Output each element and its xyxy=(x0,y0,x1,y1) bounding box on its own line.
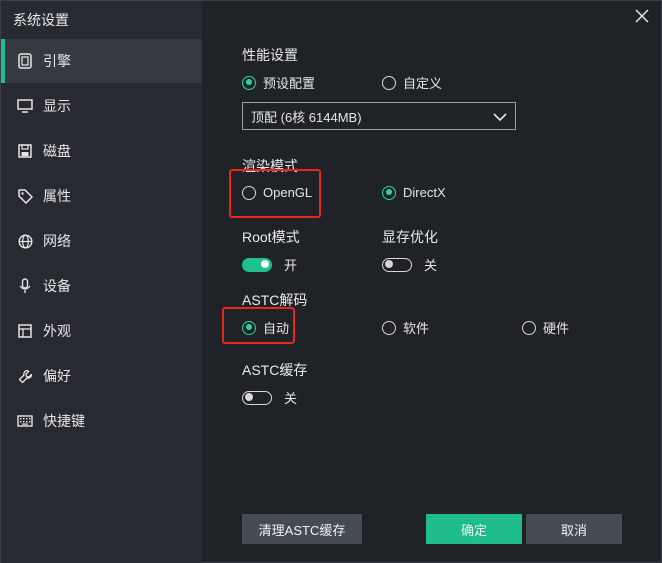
sidebar: 系统设置 引擎 显示 磁盘 属性 网络 设备 外观 偏好 快捷键 xyxy=(1,1,202,563)
sidebar-item-device[interactable]: 设备 xyxy=(1,264,202,308)
performance-title: 性能设置 xyxy=(242,47,298,63)
sidebar-item-label: 偏好 xyxy=(43,368,71,384)
astc-cache-title: ASTC缓存 xyxy=(242,362,308,378)
radio-astc-auto-label: 自动 xyxy=(263,321,290,336)
radio-opengl-label: OpenGL xyxy=(263,185,313,200)
sidebar-item-properties[interactable]: 属性 xyxy=(1,174,202,218)
keyboard-icon xyxy=(17,413,33,429)
radio-preset-label: 预设配置 xyxy=(263,76,316,91)
astc-cache-state: 关 xyxy=(284,391,298,406)
radio-preset[interactable]: 预设配置 xyxy=(242,73,315,92)
toggle-knob xyxy=(385,260,393,268)
sidebar-item-shortcuts[interactable]: 快捷键 xyxy=(1,399,202,443)
sidebar-item-engine[interactable]: 引擎 xyxy=(1,39,202,83)
appearance-icon xyxy=(17,323,33,339)
sidebar-item-label: 引擎 xyxy=(43,53,71,69)
radio-custom[interactable]: 自定义 xyxy=(382,73,442,92)
close-icon xyxy=(635,9,649,23)
radio-indicator xyxy=(382,75,396,90)
clear-astc-cache-button[interactable]: 清理ASTC缓存 xyxy=(242,514,362,544)
sidebar-item-label: 外观 xyxy=(43,323,71,339)
radio-astc-hardware-label: 硬件 xyxy=(543,321,570,336)
sidebar-item-appearance[interactable]: 外观 xyxy=(1,309,202,353)
radio-indicator xyxy=(522,320,536,335)
astc-cache-toggle[interactable]: 关 xyxy=(242,388,297,407)
monitor-icon xyxy=(17,98,33,114)
sidebar-item-display[interactable]: 显示 xyxy=(1,84,202,128)
sidebar-item-network[interactable]: 网络 xyxy=(1,219,202,263)
radio-astc-hardware[interactable]: 硬件 xyxy=(522,318,569,337)
radio-opengl[interactable]: OpenGL xyxy=(242,185,312,200)
toggle-track xyxy=(242,390,272,405)
performance-preset-select[interactable]: 顶配 (6核 6144MB) xyxy=(242,102,516,130)
chevron-down-icon xyxy=(493,110,507,125)
radio-indicator xyxy=(382,320,396,335)
sidebar-item-label: 显示 xyxy=(43,98,71,114)
vram-optimization-title: 显存优化 xyxy=(382,229,438,245)
root-mode-toggle[interactable]: 开 xyxy=(242,255,297,274)
settings-window: 系统设置 引擎 显示 磁盘 属性 网络 设备 外观 偏好 快捷键 性能设置 预设… xyxy=(0,0,662,563)
root-mode-state: 开 xyxy=(284,258,298,273)
wrench-icon xyxy=(17,368,33,384)
sidebar-item-label: 属性 xyxy=(43,188,71,204)
radio-indicator xyxy=(382,185,396,200)
radio-astc-auto[interactable]: 自动 xyxy=(242,318,289,337)
toggle-track xyxy=(242,257,272,272)
radio-directx[interactable]: DirectX xyxy=(382,185,446,200)
radio-indicator xyxy=(242,185,256,200)
toggle-knob xyxy=(245,393,253,401)
sidebar-item-preferences[interactable]: 偏好 xyxy=(1,354,202,398)
radio-directx-label: DirectX xyxy=(403,185,446,200)
radio-custom-label: 自定义 xyxy=(403,76,443,91)
radio-astc-software[interactable]: 软件 xyxy=(382,318,429,337)
radio-indicator xyxy=(242,320,256,335)
sidebar-item-label: 设备 xyxy=(43,278,71,294)
select-value: 顶配 (6核 6144MB) xyxy=(251,109,362,125)
microphone-icon xyxy=(17,278,33,294)
confirm-button[interactable]: 确定 xyxy=(426,514,522,544)
radio-astc-software-label: 软件 xyxy=(403,321,430,336)
radio-indicator xyxy=(242,75,256,90)
toggle-track xyxy=(382,257,412,272)
sidebar-item-disk[interactable]: 磁盘 xyxy=(1,129,202,173)
cancel-button[interactable]: 取消 xyxy=(526,514,622,544)
close-button[interactable] xyxy=(633,7,651,25)
vram-optimization-state: 关 xyxy=(424,258,438,273)
engine-icon xyxy=(17,53,33,69)
vram-optimization-toggle[interactable]: 关 xyxy=(382,255,437,274)
tag-icon xyxy=(17,188,33,204)
disk-icon xyxy=(17,143,33,159)
window-title: 系统设置 xyxy=(13,12,69,28)
toggle-knob xyxy=(261,260,269,268)
root-mode-title: Root模式 xyxy=(242,229,300,245)
sidebar-item-label: 快捷键 xyxy=(43,413,85,429)
globe-icon xyxy=(17,233,33,249)
sidebar-item-label: 磁盘 xyxy=(43,143,71,159)
sidebar-item-label: 网络 xyxy=(43,233,71,249)
